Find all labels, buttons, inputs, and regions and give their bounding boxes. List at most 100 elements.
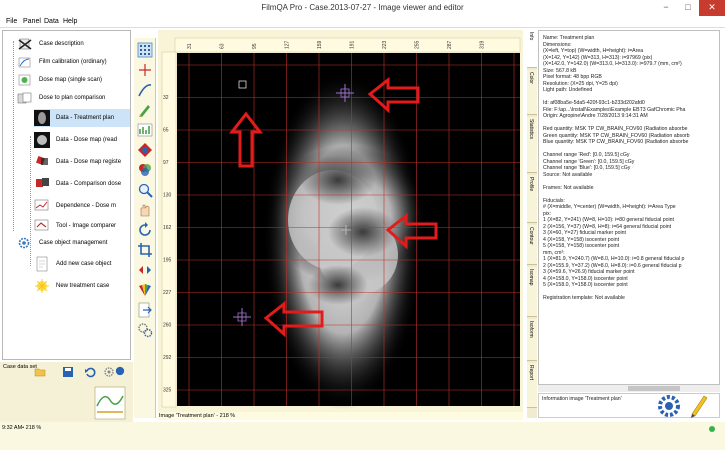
tab-report[interactable]: Report [527, 363, 537, 408]
menu-panel[interactable]: Panel [23, 18, 41, 25]
rotate-icon[interactable] [137, 222, 153, 238]
process-gear-icon[interactable] [655, 392, 685, 420]
menu-file[interactable]: File [6, 18, 17, 25]
ruler-tick-label: 319 [480, 40, 486, 49]
gears-icon[interactable] [137, 322, 153, 338]
tab-isomap[interactable]: Isomap [527, 267, 537, 317]
ruler-tick-label: 325 [163, 388, 172, 394]
info-line: Fiducials: [543, 197, 565, 204]
menu-help[interactable]: Help [63, 18, 77, 25]
tree-item-dose-to-plan[interactable]: Dose to plan comparison [17, 91, 127, 105]
tree-item-dependence[interactable]: Dependence - Dose m [34, 197, 130, 215]
ruler-tick-label: 260 [163, 323, 172, 329]
tree-item-new-treatment-case[interactable]: New treatment case [34, 277, 130, 295]
ruler-tick-label: 159 [317, 40, 323, 49]
info-horizontal-scrollbar[interactable] [538, 385, 720, 392]
info-line: (X=142, Y=142) (W=313, H=313): i=97969 (… [543, 54, 653, 61]
left-ruler: 32 65 97 130 162 195 227 260 292 325 [161, 51, 177, 408]
info-line: pix: [543, 210, 552, 217]
magnifier-icon[interactable] [137, 182, 153, 198]
ruler-tick-label: 162 [163, 225, 172, 231]
info-line: File: F:\ap...\Install\Examples\Example … [543, 106, 686, 113]
tree-item-film-calibration[interactable]: Film calibration (ordinary) [17, 55, 127, 69]
tab-color[interactable]: Color [527, 70, 537, 115]
ruler-tick-label: 127 [285, 40, 291, 49]
close-button[interactable]: ✕ [699, 0, 725, 16]
info-line: 3 (X=60, Y=27) fiducial marker point [543, 230, 626, 236]
ruler-tick-label: 65 [163, 128, 169, 134]
point-icon[interactable] [137, 62, 153, 78]
star-icon [35, 279, 49, 293]
document-arrow-icon[interactable] [137, 302, 153, 318]
info-line: 2 (X=155.9, Y=37.2) (W=8.0, H=8.0): i=0.… [543, 262, 682, 269]
tree-item-case-object-management[interactable]: Case object management [17, 236, 127, 250]
ruler-tick-label: 255 [415, 40, 421, 49]
ruler-tick-label: 31 [187, 43, 193, 49]
ruler-tick-label: 195 [163, 258, 172, 264]
minimize-button[interactable]: − [655, 0, 677, 16]
color-channels-icon[interactable] [137, 162, 153, 178]
tree-item-comparison-dose[interactable]: Data - Comparison dose [34, 175, 130, 193]
scrollbar-thumb[interactable] [628, 386, 680, 391]
maximize-button[interactable]: □ [677, 0, 699, 16]
registration-icon [36, 156, 48, 165]
color-fan-icon[interactable] [137, 282, 153, 298]
chart-icon[interactable] [137, 122, 153, 138]
tab-label: Contour [528, 227, 534, 245]
tab-label: Info [528, 32, 534, 41]
tree-item-image-comparer[interactable]: Tool - Image comparer [34, 217, 130, 235]
ruler-tick-label: 97 [163, 160, 169, 166]
info-line: Blue quantity: MSK TP CW_BRAIN_FOV60 (Ra… [543, 139, 689, 145]
dose-map-thumb-icon [34, 132, 50, 148]
window-title: FilmQA Pro - Case.2013-07-27 - Image vie… [261, 3, 464, 12]
tree-item-case-description[interactable]: Case description [17, 37, 127, 51]
ruler-tick-label: 32 [163, 95, 169, 101]
info-line: Id: af08ba5e-5da5-420f-93c1-b233d202afd0 [543, 100, 645, 106]
tree-label: Tool - Image comparer [56, 223, 117, 229]
info-line: mm, cm²: [543, 249, 565, 256]
tab-label: Color [528, 72, 534, 84]
image-info-panel: Name: Treatment plan Dimensions: (X=left, … [538, 30, 720, 385]
tree-item-dose-map-read[interactable]: Data - Dose map (read [34, 131, 130, 149]
tree-label: Add new case object [56, 261, 112, 267]
undo-icon[interactable] [84, 366, 96, 378]
settings-icon[interactable] [103, 366, 115, 378]
tab-statistics[interactable]: Statistics [527, 117, 537, 173]
tree-label: Data - Treatment plan [56, 115, 115, 121]
tree-label: New treatment case [56, 283, 110, 289]
shapes-icon[interactable] [137, 142, 153, 158]
dose-map-icon [18, 74, 31, 86]
info-line: 4 (X=158, Y=158) isocenter point [543, 236, 620, 243]
tab-contour[interactable]: Contour [527, 225, 537, 265]
tree-item-dose-map-registered[interactable]: Data - Dose map registe [34, 153, 130, 171]
tree-item-treatment-plan[interactable]: Data - Treatment plan [34, 109, 130, 127]
tab-isoform[interactable]: Isoform [527, 319, 537, 361]
viewer-caption: Image 'Treatment plan' - 218 % [158, 412, 523, 420]
crop-icon[interactable] [137, 242, 153, 258]
select-grid-icon[interactable] [137, 42, 153, 58]
tab-profile[interactable]: Profile [527, 175, 537, 223]
image-viewer[interactable]: 31 63 95 127 159 191 223 255 287 319 32 65 97 130 162… [158, 30, 523, 412]
hand-pan-icon[interactable] [137, 202, 153, 218]
info-line: Red quantity: MSK TP CW_BRAIN_FOV60 (Rad… [543, 126, 688, 132]
menu-data[interactable]: Data [44, 18, 59, 25]
info-line: Frames: Not available [543, 184, 594, 191]
help-icon[interactable] [115, 366, 125, 376]
info-line: (X=left, Y=top) (W=width, H=height): i=A… [543, 48, 644, 54]
line-icon[interactable] [137, 82, 153, 98]
tree-item-dose-map[interactable]: Dose map (single scan) [17, 73, 127, 87]
info-line: Origin: Agropine\Andre 7/28/2013 9:14:31… [543, 113, 648, 119]
tree-item-add-new-case-object[interactable]: Add new case object [34, 255, 130, 273]
add-document-icon [36, 256, 48, 272]
flip-icon[interactable] [137, 262, 153, 278]
tab-info[interactable]: Info [527, 30, 537, 68]
ruler-tick-label: 227 [163, 290, 172, 296]
info-line: Dimensions: [543, 41, 572, 48]
case-tree-panel: Case description Film calibration (ordin… [2, 30, 131, 360]
tab-label: Profile [528, 177, 534, 192]
save-icon[interactable] [62, 366, 74, 378]
advanced-materials-logo [94, 386, 126, 420]
open-folder-icon[interactable] [34, 366, 46, 378]
pencil-icon[interactable] [137, 102, 153, 118]
edit-pencil-icon[interactable] [688, 392, 710, 418]
